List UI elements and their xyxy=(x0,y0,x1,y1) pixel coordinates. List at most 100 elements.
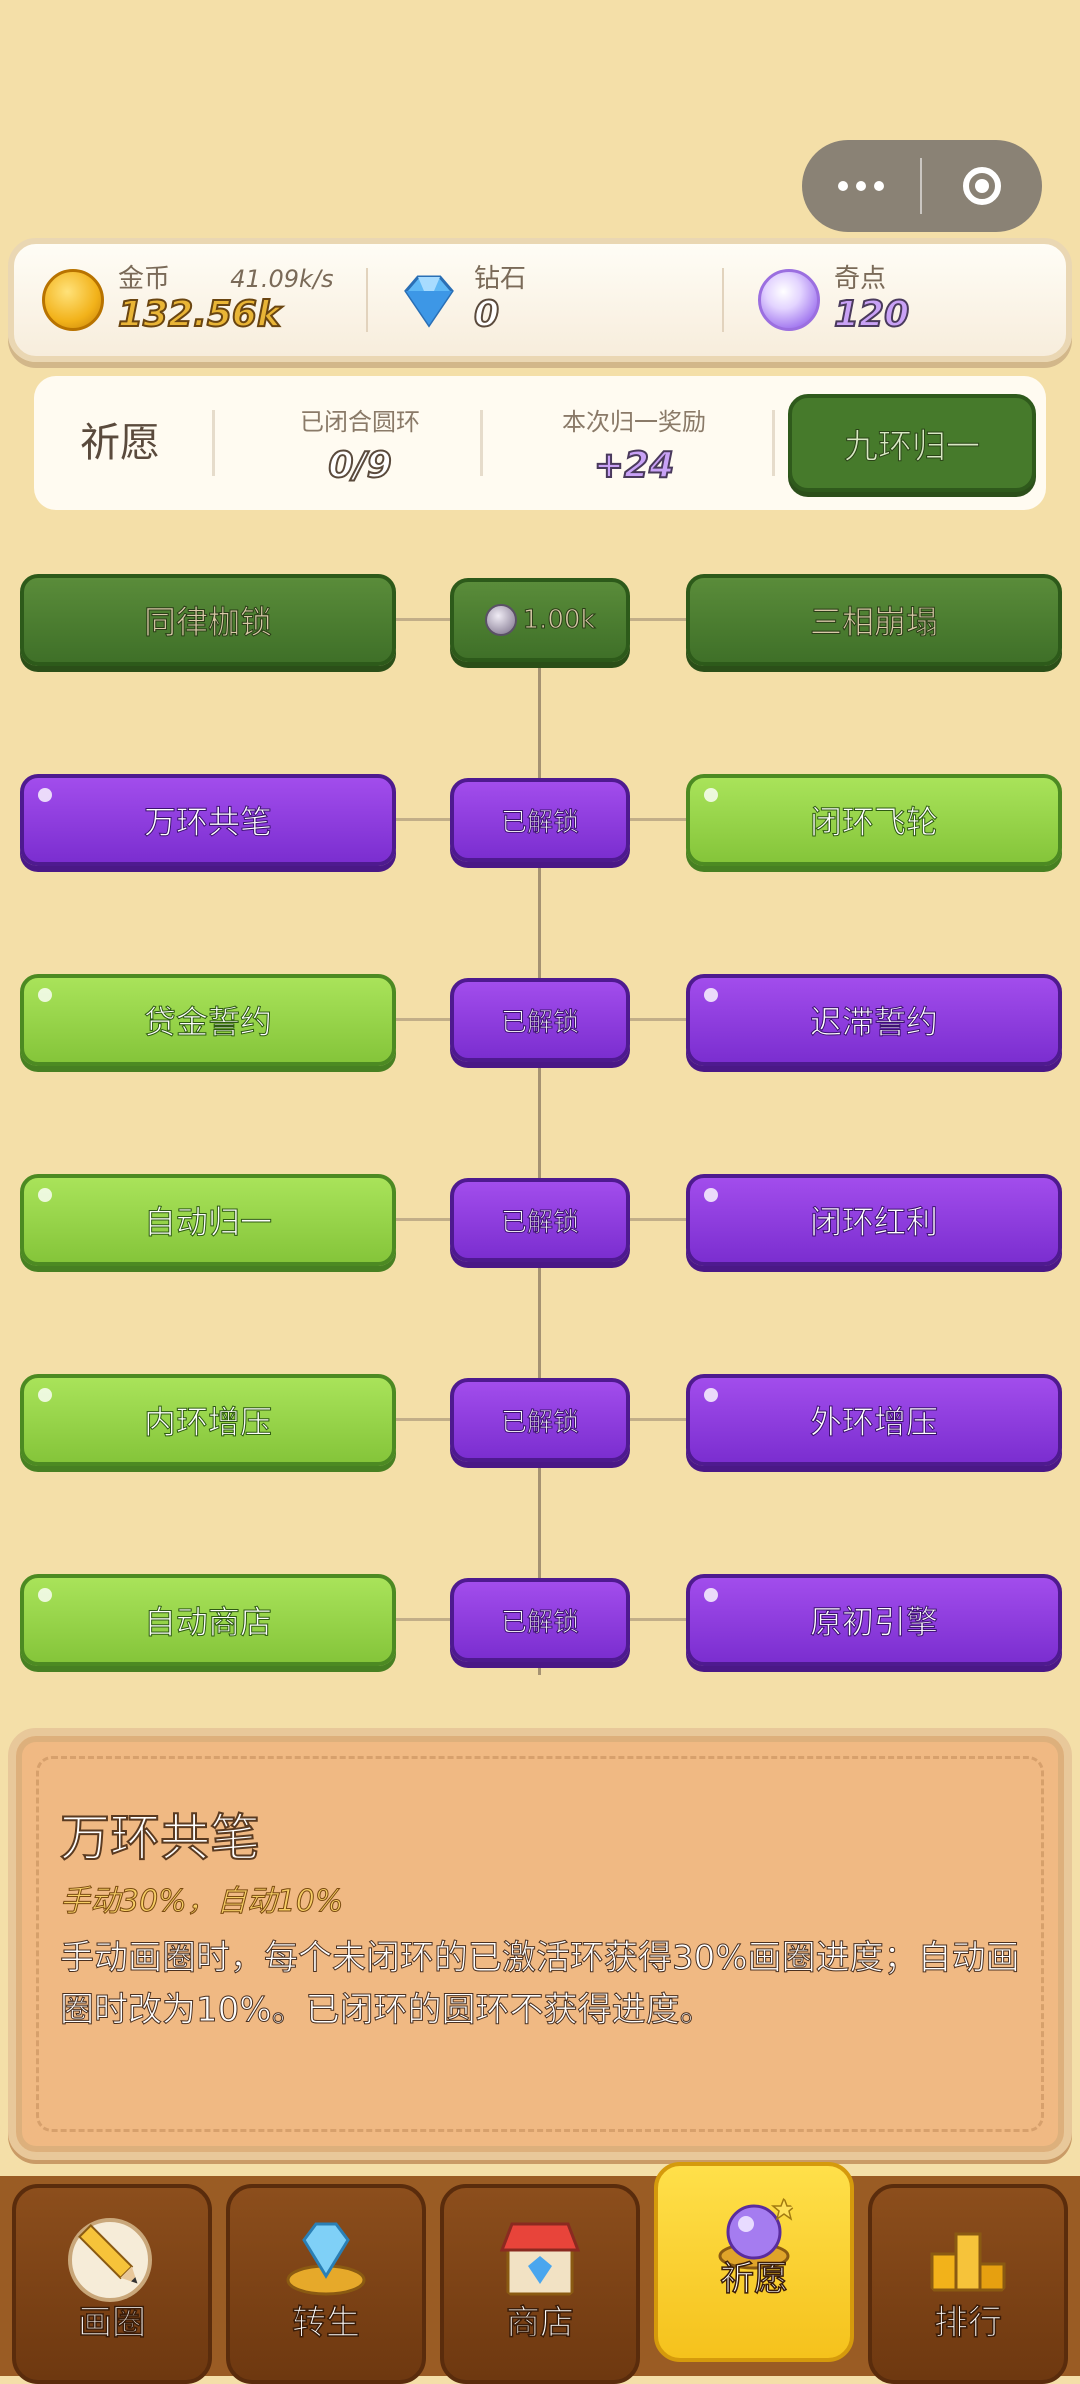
skill-node-right[interactable]: 迟滞誓约 xyxy=(686,974,1062,1066)
wish-label: 奇点 xyxy=(834,264,887,294)
skill-node-left[interactable]: 内环增压 xyxy=(20,1374,396,1466)
wish-info-bar: 祈愿 已闭合圆环 0/9 本次归一奖励 +24 九环归一 xyxy=(34,376,1046,510)
skill-name: 闭环飞轮 xyxy=(809,803,938,842)
diamond-value: 0 xyxy=(473,293,500,336)
silver-coin-icon xyxy=(484,604,517,636)
divider xyxy=(722,268,724,332)
coin-value: 132.56k xyxy=(117,293,282,336)
skill-name: 原初引擎 xyxy=(809,1603,938,1642)
tab-ranking[interactable]: 排行 xyxy=(868,2184,1068,2384)
tree-connector-line xyxy=(630,1218,686,1221)
diamond-label: 钻石 xyxy=(474,264,527,294)
detail-title: 万环共笔 xyxy=(59,1808,261,1868)
purple-orb-icon xyxy=(758,269,820,331)
unlock-status-node[interactable]: 已解锁 xyxy=(450,778,630,862)
unlock-status-node[interactable]: 1.00k xyxy=(450,578,630,662)
tab-rebirth[interactable]: 转生 xyxy=(226,2184,426,2384)
skill-name: 贷金誓约 xyxy=(143,1003,272,1042)
tree-connector-line xyxy=(394,618,450,621)
tab-draw-circle[interactable]: 画圈 xyxy=(12,2184,212,2384)
node-status-label: 已解锁 xyxy=(500,1207,579,1238)
unlock-status-node[interactable]: 已解锁 xyxy=(450,978,630,1062)
shop-icon xyxy=(499,2222,581,2296)
nine-rings-unify-button[interactable]: 九环归一 xyxy=(788,394,1036,492)
node-status-label: 已解锁 xyxy=(500,1607,579,1638)
tab-wish[interactable]: 祈愿 xyxy=(654,2162,854,2362)
skill-name: 闭环红利 xyxy=(809,1203,938,1242)
skill-node-right[interactable]: 闭环红利 xyxy=(686,1174,1062,1266)
closed-rings-stat: 已闭合圆环 0/9 xyxy=(240,402,480,487)
more-dots-icon[interactable] xyxy=(802,140,920,232)
skill-name: 万环共笔 xyxy=(143,803,272,842)
tree-connector-line xyxy=(394,1418,450,1421)
highlight-dot xyxy=(38,1388,52,1402)
reward-stat: 本次归一奖励 +24 xyxy=(504,402,764,487)
skill-node-right[interactable]: 三相崩塌 xyxy=(686,574,1062,666)
divider xyxy=(212,410,215,476)
wish-resource: 奇点 120 xyxy=(758,244,910,356)
wish-value: 120 xyxy=(833,293,910,336)
highlight-dot xyxy=(704,988,718,1002)
node-status-label: 已解锁 xyxy=(500,1007,579,1038)
coin-rate: 41.09k/s xyxy=(230,265,334,293)
unlock-status-node[interactable]: 已解锁 xyxy=(450,1578,630,1662)
divider xyxy=(366,268,368,332)
skill-name: 外环增压 xyxy=(809,1403,938,1442)
coin-resource: 金币 41.09k/s 132.56k xyxy=(42,244,333,356)
tree-connector-line xyxy=(630,1618,686,1621)
skill-node-left[interactable]: 同律枷锁 xyxy=(20,574,396,666)
closed-rings-label: 已闭合圆环 xyxy=(300,408,420,436)
skill-node-right[interactable]: 闭环飞轮 xyxy=(686,774,1062,866)
closed-rings-value: 0/9 xyxy=(327,444,392,487)
tree-connector-line xyxy=(630,618,686,621)
tree-connector-line xyxy=(394,818,450,821)
highlight-dot xyxy=(38,988,52,1002)
skill-name: 同律枷锁 xyxy=(143,603,272,642)
reward-label: 本次归一奖励 xyxy=(562,408,706,436)
node-status-label: 已解锁 xyxy=(500,1407,579,1438)
tree-connector-line xyxy=(394,1218,450,1221)
tree-connector-line xyxy=(630,1018,686,1021)
tab-shop[interactable]: 商店 xyxy=(440,2184,640,2384)
divider xyxy=(480,410,483,476)
highlight-dot xyxy=(38,788,52,802)
pencil-icon xyxy=(68,2218,152,2302)
detail-subtitle: 手动30%，自动10% xyxy=(59,1884,344,1920)
bottom-nav: 画圈 转生 商店 祈愿 排行 xyxy=(0,2162,1080,2384)
tree-connector-line xyxy=(394,1618,450,1621)
section-title: 祈愿 xyxy=(80,420,160,466)
tab-label: 转生 xyxy=(291,2302,361,2344)
divider xyxy=(772,410,775,476)
skill-node-left[interactable]: 贷金誓约 xyxy=(20,974,396,1066)
target-circle-icon[interactable] xyxy=(922,167,1042,205)
resource-bar: 金币 41.09k/s 132.56k 钻石 0 奇点 120 xyxy=(8,238,1072,362)
skill-name: 内环增压 xyxy=(143,1403,272,1442)
crystal-ring-icon xyxy=(286,2222,366,2296)
skill-detail-panel: 万环共笔 手动30%，自动10% 手动画圈时，每个未闭环的已激活环获得30%画圈… xyxy=(8,1728,1072,2160)
coin-label: 金币 xyxy=(118,264,171,294)
skill-name: 迟滞誓约 xyxy=(809,1003,938,1042)
gold-coin-icon xyxy=(42,269,104,331)
skill-node-left[interactable]: 自动商店 xyxy=(20,1574,396,1666)
skill-name: 自动归一 xyxy=(143,1203,272,1242)
tab-label: 排行 xyxy=(933,2302,1003,2344)
node-status-label: 已解锁 xyxy=(500,807,579,838)
highlight-dot xyxy=(38,1588,52,1602)
diamond-resource: 钻石 0 xyxy=(398,244,526,356)
skill-node-right[interactable]: 外环增压 xyxy=(686,1374,1062,1466)
skill-node-left[interactable]: 万环共笔 xyxy=(20,774,396,866)
unlock-status-node[interactable]: 已解锁 xyxy=(450,1378,630,1462)
skill-node-right[interactable]: 原初引擎 xyxy=(686,1574,1062,1666)
skill-name: 三相崩塌 xyxy=(809,603,938,642)
tab-label: 画圈 xyxy=(77,2302,147,2344)
highlight-dot xyxy=(704,1588,718,1602)
diamond-icon xyxy=(404,275,454,328)
highlight-dot xyxy=(704,1388,718,1402)
node-status-label: 1.00k xyxy=(522,605,596,636)
unlock-status-node[interactable]: 已解锁 xyxy=(450,1178,630,1262)
tree-connector-line xyxy=(394,1018,450,1021)
reward-value: +24 xyxy=(593,444,675,487)
skill-node-left[interactable]: 自动归一 xyxy=(20,1174,396,1266)
highlight-dot xyxy=(704,1188,718,1202)
tab-label: 商店 xyxy=(505,2302,575,2344)
